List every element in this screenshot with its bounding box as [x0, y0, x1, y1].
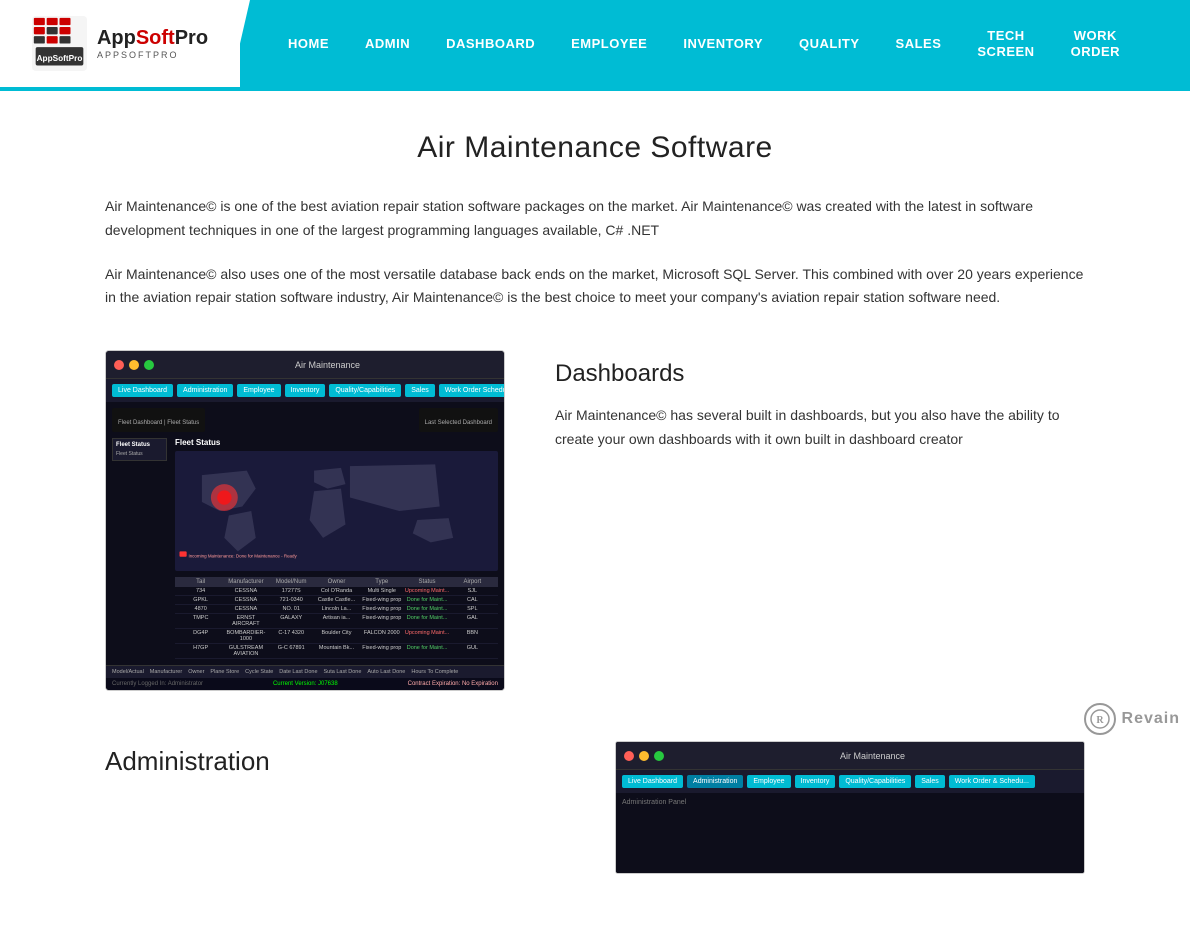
sw-minimize-btn [129, 360, 139, 370]
header: AppSoftPro AppSoftPro AppSoftPro HOME AD… [0, 0, 1190, 91]
svg-text:R: R [1096, 715, 1104, 726]
world-map-svg: Incoming Maintenance: Done for Maintenan… [175, 451, 498, 571]
page-title: Air Maintenance Software [105, 131, 1085, 165]
revain-label: Revain [1122, 710, 1180, 728]
svg-text:Incoming Maintenance: Done for: Incoming Maintenance: Done for Maintenan… [188, 554, 297, 559]
nav-item-inventory[interactable]: INVENTORY [665, 0, 781, 87]
sw-th-airport: Airport [450, 579, 495, 585]
sw-contract: Contract Expiration: No Expiration [408, 681, 498, 687]
nav-item-admin[interactable]: ADMIN [347, 0, 428, 87]
sw-admin-nav-inventory: Inventory [795, 775, 836, 788]
administration-section: Administration Air Maintenance Live Dash… [105, 741, 1085, 874]
dashboards-feature-text: Dashboards Air Maintenance© has several … [555, 350, 1085, 452]
main-nav: HOME ADMIN DASHBOARD EMPLOYEE INVENTORY … [230, 0, 1190, 87]
sw-table-row-2: GPKL CESSNA 721-0340 Castle Castle... Fi… [175, 596, 498, 605]
sw-admin-nav-admin: Administration [687, 775, 743, 788]
intro-paragraph-1: Air Maintenance© is one of the best avia… [105, 195, 1085, 243]
sw-admin-nav-work-order: Work Order & Schedu... [949, 775, 1035, 788]
sw-table-row-3: 4870 CESSNA NO. 01 Lincoln La... Fixed-w… [175, 605, 498, 614]
sw-nav-employee: Employee [237, 384, 280, 397]
sw-maximize-btn [144, 360, 154, 370]
sw-logged-in: Currently Logged In: Administrator [112, 681, 203, 687]
sw-nav-quality: Quality/Capabilities [329, 384, 401, 397]
svg-text:AppSoftPro: AppSoftPro [37, 54, 83, 63]
nav-item-home[interactable]: HOME [270, 0, 347, 87]
sw-table-row-4: TMPC ERNST AIRCRAFT GALAXY Artisan ia...… [175, 614, 498, 629]
sw-map-area: Incoming Maintenance: Done for Maintenan… [175, 451, 498, 571]
sw-admin-window-header: Air Maintenance [616, 742, 1084, 770]
sw-body: Fleet Dashboard | Fleet Status Last Sele… [106, 402, 504, 665]
sw-table-header: Tail Manufacturer Model/Num Owner Type S… [175, 577, 498, 587]
sw-version: Current Version: J07638 [273, 681, 338, 687]
logo-wrapper: AppSoftPro AppSoftPro AppSoftPro [32, 16, 208, 71]
logo-text: AppSoftPro AppSoftPro [97, 28, 208, 60]
sw-admin-nav-live: Live Dashboard [622, 775, 683, 788]
sw-th-status: Status [404, 579, 449, 585]
nav-work-line1: WORK [1074, 28, 1117, 44]
intro-paragraph-2: Air Maintenance© also uses one of the mo… [105, 263, 1085, 311]
nav-item-tech-screen[interactable]: TECH SCREEN [959, 0, 1052, 87]
nav-item-work-order[interactable]: WORK ORDER [1053, 0, 1138, 87]
logo-tagline: AppSoftPro [97, 50, 208, 60]
sw-status-footer: Currently Logged In: Administrator Curre… [106, 678, 504, 690]
logo-area: AppSoftPro AppSoftPro AppSoftPro [0, 0, 240, 87]
sw-window-title: Air Maintenance [295, 360, 360, 370]
dashboards-description: Air Maintenance© has several built in da… [555, 404, 1085, 452]
revain-logo-icon: R [1084, 703, 1116, 735]
nav-item-sales[interactable]: SALES [878, 0, 960, 87]
admin-title: Administration [105, 746, 565, 777]
sw-nav-work-order: Work Order Scheduling [439, 384, 505, 397]
sw-admin-minimize-btn [639, 751, 649, 761]
dashboard-screenshot-box: Air Maintenance Live Dashboard Administr… [105, 350, 505, 691]
sw-admin-nav-sales: Sales [915, 775, 945, 788]
sw-admin-body: Administration Panel [616, 793, 1084, 873]
dashboard-screenshot: Air Maintenance Live Dashboard Administr… [106, 351, 504, 690]
sw-th-manufacturer: Manufacturer [223, 579, 268, 585]
nav-items: HOME ADMIN DASHBOARD EMPLOYEE INVENTORY … [230, 0, 1190, 87]
sw-table-row-1: 734 CESSNA 17277S Col O'Randa Multi Sing… [175, 587, 498, 596]
sw-fleet-status-title: Fleet Status [175, 438, 498, 447]
sw-close-btn [114, 360, 124, 370]
sw-admin-nav: Live Dashboard Administration Employee I… [616, 770, 1084, 793]
sw-nav-sales: Sales [405, 384, 435, 397]
sw-th-model: Model/Num [269, 579, 314, 585]
sw-th-tail: Tail [178, 579, 223, 585]
sw-admin-close-btn [624, 751, 634, 761]
logo-icon: AppSoftPro [32, 16, 87, 71]
sw-th-type: Type [359, 579, 404, 585]
sw-admin-maximize-btn [654, 751, 664, 761]
sw-nav-administration: Administration [177, 384, 233, 397]
main-content: Air Maintenance Software Air Maintenance… [45, 91, 1145, 934]
nav-item-dashboard[interactable]: DASHBOARD [428, 0, 553, 87]
sw-nav-inventory: Inventory [285, 384, 326, 397]
sw-admin-nav-employee: Employee [747, 775, 790, 788]
sw-th-owner: Owner [314, 579, 359, 585]
revain-watermark: R Revain [1084, 703, 1180, 735]
nav-work-line2: ORDER [1071, 44, 1120, 60]
logo-name: AppSoftPro [97, 28, 208, 48]
nav-item-employee[interactable]: EMPLOYEE [553, 0, 665, 87]
sw-admin-title-bar: Air Maintenance [840, 751, 905, 761]
dashboards-title: Dashboards [555, 360, 1085, 388]
sw-window-header: Air Maintenance [106, 351, 504, 379]
feature-section-dashboards: Air Maintenance Live Dashboard Administr… [105, 350, 1085, 691]
nav-item-quality[interactable]: QUALITY [781, 0, 878, 87]
sw-table-row-6: H7GP GULSTREAM AVIATION G-C 67891 Mounta… [175, 644, 498, 659]
sw-nav-live-dashboard: Live Dashboard [112, 384, 173, 397]
sw-app-nav: Live Dashboard Administration Employee I… [106, 379, 504, 402]
admin-screenshot-box: Air Maintenance Live Dashboard Administr… [615, 741, 1085, 874]
sw-admin-nav-quality: Quality/Capabilities [839, 775, 911, 788]
sw-table-row-5: DG4P BOMBARDIER-1000 C-17 4320 Boulder C… [175, 629, 498, 644]
nav-tech-line1: TECH [987, 28, 1024, 44]
nav-tech-line2: SCREEN [977, 44, 1034, 60]
admin-text: Administration [105, 741, 565, 777]
